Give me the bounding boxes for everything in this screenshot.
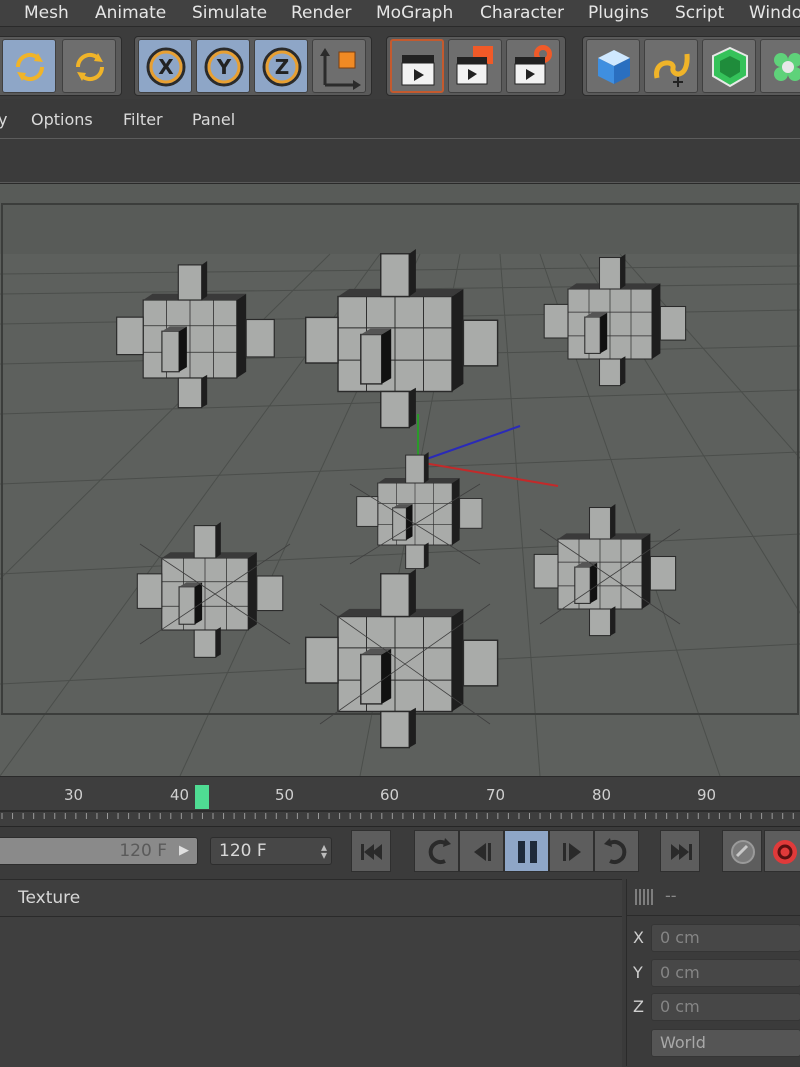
pause-button[interactable]: [504, 830, 549, 872]
redo-icon: [75, 52, 105, 82]
undo-button[interactable]: [2, 39, 56, 93]
go-to-start-button[interactable]: [351, 830, 391, 872]
viewport-scene: [0, 184, 800, 776]
viewport-menu: y Options Filter Panel: [0, 100, 800, 139]
menu-script[interactable]: Script: [675, 3, 724, 23]
material-menu-divider: [0, 916, 622, 917]
previous-keyframe-button[interactable]: [414, 830, 459, 872]
skip-start-icon: [361, 844, 382, 860]
render-settings-icon: [514, 45, 552, 85]
add-mograph-button[interactable]: [760, 39, 800, 93]
coordinate-space-select[interactable]: World: [651, 1029, 800, 1057]
max-frame-value: 120 F: [219, 841, 267, 861]
menu-bar: Mesh Animate Simulate Render MoGraph Cha…: [0, 0, 800, 27]
material-menu-texture[interactable]: Texture: [18, 888, 80, 908]
3d-viewport[interactable]: [0, 183, 800, 776]
timeline-ruler[interactable]: 30 40 50 60 70 80 90: [0, 776, 800, 827]
tick-label-40: 40: [170, 786, 190, 804]
go-to-end-button[interactable]: [660, 830, 700, 872]
transport-bar: 120 F ▶ 120 F ▴ ▾: [0, 826, 800, 879]
y-axis-toggle[interactable]: Y: [196, 39, 250, 93]
end-frame-slider[interactable]: 120 F ▶: [0, 837, 198, 865]
coordinate-system-button[interactable]: [312, 39, 366, 93]
tick-label-70: 70: [486, 786, 506, 804]
menu-character[interactable]: Character: [480, 3, 564, 23]
x-axis-toggle[interactable]: X: [138, 39, 192, 93]
x-axis-label: X: [158, 55, 174, 79]
undo-icon: [15, 52, 45, 82]
y-position-field[interactable]: 0 cm: [651, 959, 800, 987]
step-back-button[interactable]: [459, 830, 504, 872]
timeline-ticks: [0, 810, 800, 819]
viewport-menu-filter[interactable]: Filter: [123, 110, 163, 129]
tick-label-80: 80: [592, 786, 612, 804]
x-label: X: [633, 928, 644, 947]
pause-icon: [518, 841, 537, 863]
playhead-marker[interactable]: [195, 785, 209, 809]
x-position-value: 0 cm: [660, 928, 700, 947]
menu-window[interactable]: Windo: [749, 3, 800, 23]
menu-mesh[interactable]: Mesh: [24, 3, 69, 23]
z-axis-label: Z: [275, 55, 290, 79]
add-cube-button[interactable]: [586, 39, 640, 93]
prev-key-icon: [428, 838, 451, 864]
redo-button[interactable]: [62, 39, 116, 93]
y-position-value: 0 cm: [660, 963, 700, 982]
cloner-icon: [774, 53, 800, 81]
next-keyframe-button[interactable]: [594, 830, 639, 872]
coordinates-header: --: [665, 886, 677, 905]
z-axis-toggle[interactable]: Z: [254, 39, 308, 93]
subdivision-icon: [712, 46, 748, 88]
main-toolbar: X Y Z: [0, 27, 800, 99]
menu-simulate[interactable]: Simulate: [192, 3, 267, 23]
stepper-icon[interactable]: ▴ ▾: [321, 841, 327, 861]
coordinate-space-value: World: [660, 1033, 706, 1052]
keyframe-selection-button[interactable]: [722, 830, 762, 872]
viewport-header-strip: [0, 140, 800, 183]
coordinates-manager: -- X 0 cm Y 0 cm Z 0 cm World: [626, 879, 800, 1066]
z-label: Z: [633, 997, 644, 1016]
max-frame-field[interactable]: 120 F ▴ ▾: [210, 837, 332, 865]
skip-end-icon: [671, 844, 692, 860]
spline-icon: [654, 53, 690, 87]
slider-arrow-icon: ▶: [179, 843, 189, 858]
end-frame-value: 120 F: [119, 841, 167, 861]
render-region-icon: [456, 46, 493, 85]
z-position-field[interactable]: 0 cm: [651, 993, 800, 1021]
y-label: Y: [633, 963, 643, 982]
render-view-button[interactable]: [390, 39, 444, 93]
cube-icon: [598, 50, 630, 84]
menu-render[interactable]: Render: [291, 3, 352, 23]
material-manager: Texture: [0, 879, 622, 1067]
z-position-value: 0 cm: [660, 997, 700, 1016]
add-spline-button[interactable]: [644, 39, 698, 93]
menu-animate[interactable]: Animate: [95, 3, 166, 23]
record-icon: [773, 840, 797, 864]
viewport-menu-display[interactable]: y: [0, 110, 7, 129]
record-button[interactable]: [764, 830, 800, 872]
tick-label-60: 60: [380, 786, 400, 804]
clapperboard-icon: [401, 55, 435, 86]
next-key-icon: [604, 838, 627, 864]
coordinates-divider: [627, 915, 800, 916]
viewport-menu-panel[interactable]: Panel: [192, 110, 235, 129]
coordinate-system-icon: [320, 48, 361, 90]
tick-label-30: 30: [64, 786, 84, 804]
step-back-icon: [474, 843, 491, 861]
grid-icon: [635, 889, 655, 905]
render-settings-button[interactable]: [506, 39, 560, 93]
y-axis-label: Y: [216, 55, 232, 79]
add-nurbs-button[interactable]: [702, 39, 756, 93]
tick-label-90: 90: [697, 786, 717, 804]
viewport-menu-options[interactable]: Options: [31, 110, 93, 129]
menu-plugins[interactable]: Plugins: [588, 3, 649, 23]
step-forward-icon: [563, 843, 581, 861]
render-region-button[interactable]: [448, 39, 502, 93]
key-selection-icon: [731, 840, 755, 864]
step-forward-button[interactable]: [549, 830, 594, 872]
tick-label-50: 50: [275, 786, 295, 804]
menu-mograph[interactable]: MoGraph: [376, 3, 453, 23]
x-position-field[interactable]: 0 cm: [651, 924, 800, 952]
